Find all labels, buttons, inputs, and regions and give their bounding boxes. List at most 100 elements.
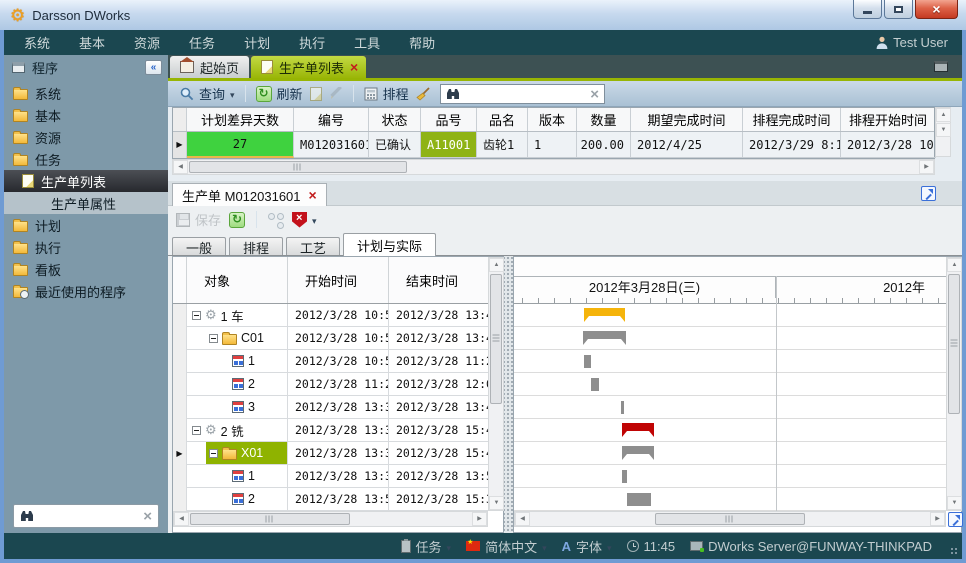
scroll-right-icon[interactable] xyxy=(472,512,487,526)
scroll-right-icon[interactable] xyxy=(930,512,945,526)
scroll-down-icon[interactable] xyxy=(936,123,951,137)
menu-item[interactable]: 计划 xyxy=(244,33,270,52)
tree-row[interactable]: X012012/3/28 13:302012/3/28 15:40 xyxy=(173,442,489,465)
language-menu[interactable]: 简体中文 xyxy=(466,537,547,556)
column-header[interactable]: 期望完成时间 xyxy=(631,108,743,131)
font-menu[interactable]: A 字体 xyxy=(562,537,612,556)
resize-grip[interactable] xyxy=(950,547,959,556)
refresh-detail-button[interactable] xyxy=(229,212,245,228)
tree-row[interactable]: 22012/3/28 13:502012/3/28 15:30 xyxy=(173,488,489,511)
menu-item[interactable]: 任务 xyxy=(189,33,215,52)
column-header[interactable]: 品名 xyxy=(477,108,528,131)
save-button[interactable]: 保存 xyxy=(176,210,221,229)
gantt-horizontal-scrollbar[interactable] xyxy=(514,511,946,527)
scroll-left-icon[interactable] xyxy=(173,160,188,174)
tree-row[interactable]: 12012/3/28 10:522012/3/28 11:22 xyxy=(173,350,489,373)
table-row[interactable]: 27M012031601已确认A11001齿轮11200.002012/4/25… xyxy=(173,132,934,158)
gantt-bar-task[interactable] xyxy=(622,470,627,483)
tree-row[interactable]: 32012/3/28 13:302012/3/28 13:40 xyxy=(173,396,489,419)
sidebar-item[interactable]: 最近使用的程序 xyxy=(4,280,168,302)
scrollbar-thumb[interactable] xyxy=(189,161,407,173)
close-tab-icon[interactable] xyxy=(350,60,358,75)
gantt-bar-task[interactable] xyxy=(584,355,591,368)
popout-icon[interactable] xyxy=(921,186,936,201)
cancel-confirm-button[interactable] xyxy=(292,212,317,228)
sidebar-search-input[interactable] xyxy=(34,509,143,523)
close-button[interactable] xyxy=(915,0,958,19)
close-detail-tab-icon[interactable] xyxy=(309,188,317,203)
user-badge[interactable]: Test User xyxy=(876,35,948,50)
gantt-bar-summary[interactable] xyxy=(583,331,626,345)
scroll-right-icon[interactable] xyxy=(919,160,934,174)
column-header[interactable]: 编号 xyxy=(294,108,369,131)
query-button[interactable]: 查询 xyxy=(180,84,235,103)
collapse-node-icon[interactable] xyxy=(209,449,218,458)
maximize-button[interactable] xyxy=(884,0,913,19)
column-header[interactable]: 数量 xyxy=(577,108,631,131)
tree-vertical-scrollbar[interactable] xyxy=(488,257,504,511)
gantt-bar-task[interactable] xyxy=(621,401,624,414)
new-button[interactable] xyxy=(310,87,322,101)
subtab[interactable]: 计划与实际 xyxy=(343,233,436,256)
subtab[interactable]: 工艺 xyxy=(286,237,340,256)
tab-active[interactable]: 生产单列表 xyxy=(251,56,366,78)
grid-horizontal-scrollbar[interactable] xyxy=(172,159,935,175)
collapse-node-icon[interactable] xyxy=(209,334,218,343)
toolbar-search-input[interactable] xyxy=(465,87,585,101)
gantt-bar-summary[interactable] xyxy=(622,423,654,437)
refresh-button[interactable]: 刷新 xyxy=(256,84,303,103)
tree-column-header[interactable]: 结束时间 xyxy=(389,257,489,303)
sidebar-item[interactable]: 生产单属性 xyxy=(4,192,168,214)
tree-row[interactable]: 22012/3/28 11:222012/3/28 12:00 xyxy=(173,373,489,396)
scroll-down-icon[interactable] xyxy=(947,496,962,510)
pin-icon[interactable] xyxy=(934,61,948,72)
edit-button[interactable] xyxy=(329,87,343,101)
scrollbar-thumb[interactable] xyxy=(948,274,960,414)
subtab[interactable]: 一般 xyxy=(172,237,226,256)
clear-search-icon[interactable] xyxy=(590,86,599,103)
gantt-bar-task[interactable] xyxy=(591,378,599,391)
tree-row[interactable]: 12012/3/28 13:302012/3/28 13:50 xyxy=(173,465,489,488)
menu-item[interactable]: 执行 xyxy=(299,33,325,52)
scroll-down-icon[interactable] xyxy=(489,496,504,510)
scrollbar-thumb[interactable] xyxy=(490,274,502,404)
clean-button[interactable] xyxy=(416,87,431,101)
scroll-left-icon[interactable] xyxy=(515,512,530,526)
grid-vertical-scrollbar[interactable] xyxy=(935,107,951,157)
scrollbar-thumb[interactable] xyxy=(655,513,805,525)
schedule-button[interactable]: 排程 xyxy=(364,84,409,103)
collapse-node-icon[interactable] xyxy=(192,311,201,320)
splitter-handle[interactable] xyxy=(504,256,513,533)
clear-search-icon[interactable] xyxy=(143,508,152,525)
menu-item[interactable]: 基本 xyxy=(79,33,105,52)
collapse-node-icon[interactable] xyxy=(192,426,201,435)
gantt-bar-summary[interactable] xyxy=(622,446,654,460)
task-menu[interactable]: 任务 xyxy=(401,537,452,556)
sidebar-item[interactable]: 计划 xyxy=(4,214,168,236)
menu-item[interactable]: 帮助 xyxy=(409,33,435,52)
scroll-left-icon[interactable] xyxy=(174,512,189,526)
collapse-sidebar-button[interactable] xyxy=(145,60,162,75)
scroll-up-icon[interactable] xyxy=(936,108,951,122)
sidebar-item[interactable]: 系统 xyxy=(4,82,168,104)
detail-tab[interactable]: 生产单 M012031601 xyxy=(172,183,327,206)
column-header[interactable]: 状态 xyxy=(369,108,421,131)
column-header[interactable]: 排程完成时间 xyxy=(743,108,841,131)
menu-item[interactable]: 工具 xyxy=(354,33,380,52)
minimize-button[interactable] xyxy=(853,0,882,19)
column-header[interactable]: 版本 xyxy=(528,108,577,131)
scroll-up-icon[interactable] xyxy=(489,258,504,272)
tab-inactive[interactable]: 起始页 xyxy=(170,56,249,78)
tree-row[interactable]: 1 车2012/3/28 10:522012/3/28 13:40 xyxy=(173,304,489,327)
tree-column-header[interactable]: 对象 xyxy=(187,257,288,303)
menu-item[interactable]: 系统 xyxy=(24,33,50,52)
column-header[interactable]: 排程开始时间 xyxy=(841,108,936,131)
menu-item[interactable]: 资源 xyxy=(134,33,160,52)
sidebar-item[interactable]: 资源 xyxy=(4,126,168,148)
sidebar-item[interactable]: 基本 xyxy=(4,104,168,126)
expand-gantt-icon[interactable] xyxy=(948,512,963,527)
sidebar-item[interactable]: 任务 xyxy=(4,148,168,170)
gantt-vertical-scrollbar[interactable] xyxy=(946,257,962,511)
sidebar-item[interactable]: 看板 xyxy=(4,258,168,280)
gantt-bar-summary[interactable] xyxy=(584,308,625,322)
